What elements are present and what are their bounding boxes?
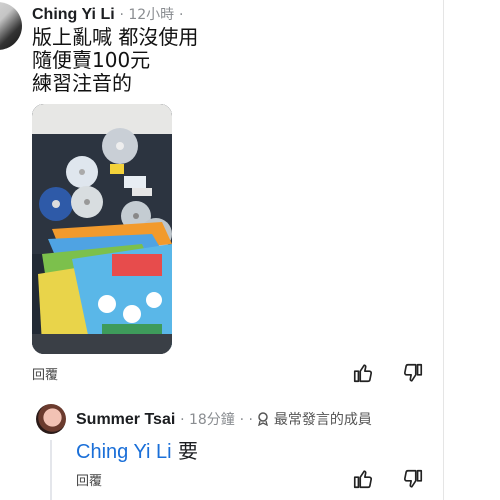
meta-separator: · bbox=[180, 412, 189, 428]
thread-line bbox=[50, 440, 52, 500]
reply-body: Ching Yi Li 要 bbox=[76, 435, 198, 464]
comment-line: 練習注音的 bbox=[32, 71, 132, 95]
reply-avatar[interactable] bbox=[36, 404, 66, 434]
avatar[interactable] bbox=[0, 2, 22, 50]
comment-line: 版上亂喊 都沒使用 bbox=[32, 25, 199, 49]
thumbs-down-icon[interactable] bbox=[402, 362, 424, 388]
comment-photo[interactable] bbox=[32, 104, 172, 354]
badge-label: 最常發言的成員 bbox=[273, 412, 372, 428]
comment-line: 隨便賣100元 bbox=[32, 48, 151, 72]
top-fan-icon bbox=[258, 412, 269, 427]
thumbs-down-icon[interactable] bbox=[402, 468, 424, 494]
reply-button[interactable]: 回覆 bbox=[32, 364, 58, 383]
comment-time[interactable]: 12小時 bbox=[128, 7, 174, 23]
thumbs-up-icon[interactable] bbox=[352, 468, 374, 494]
reply-author[interactable]: Summer Tsai bbox=[76, 411, 175, 428]
reply-time[interactable]: 18分鐘 bbox=[189, 412, 235, 428]
reply-button[interactable]: 回覆 bbox=[76, 470, 102, 489]
mention-link[interactable]: Ching Yi Li bbox=[76, 441, 172, 463]
comment-author[interactable]: Ching Yi Li bbox=[32, 6, 115, 23]
reply-text: 要 bbox=[177, 439, 198, 463]
comment-body: 版上亂喊 都沒使用 隨便賣100元 練習注音的 bbox=[32, 26, 198, 95]
comment-header: Ching Yi Li · 12小時 · bbox=[32, 4, 183, 24]
meta-separator: · · bbox=[239, 412, 258, 428]
reply-header: Summer Tsai · 18分鐘 · · 最常發言的成員 bbox=[76, 409, 372, 429]
comment-actions: 回覆 bbox=[32, 362, 432, 386]
thumbs-up-icon[interactable] bbox=[352, 362, 374, 388]
top-fan-badge: 最常發言的成員 bbox=[257, 412, 372, 428]
meta-separator: · bbox=[178, 7, 184, 23]
reply-actions: 回覆 bbox=[76, 468, 476, 492]
panel-divider bbox=[443, 0, 444, 500]
